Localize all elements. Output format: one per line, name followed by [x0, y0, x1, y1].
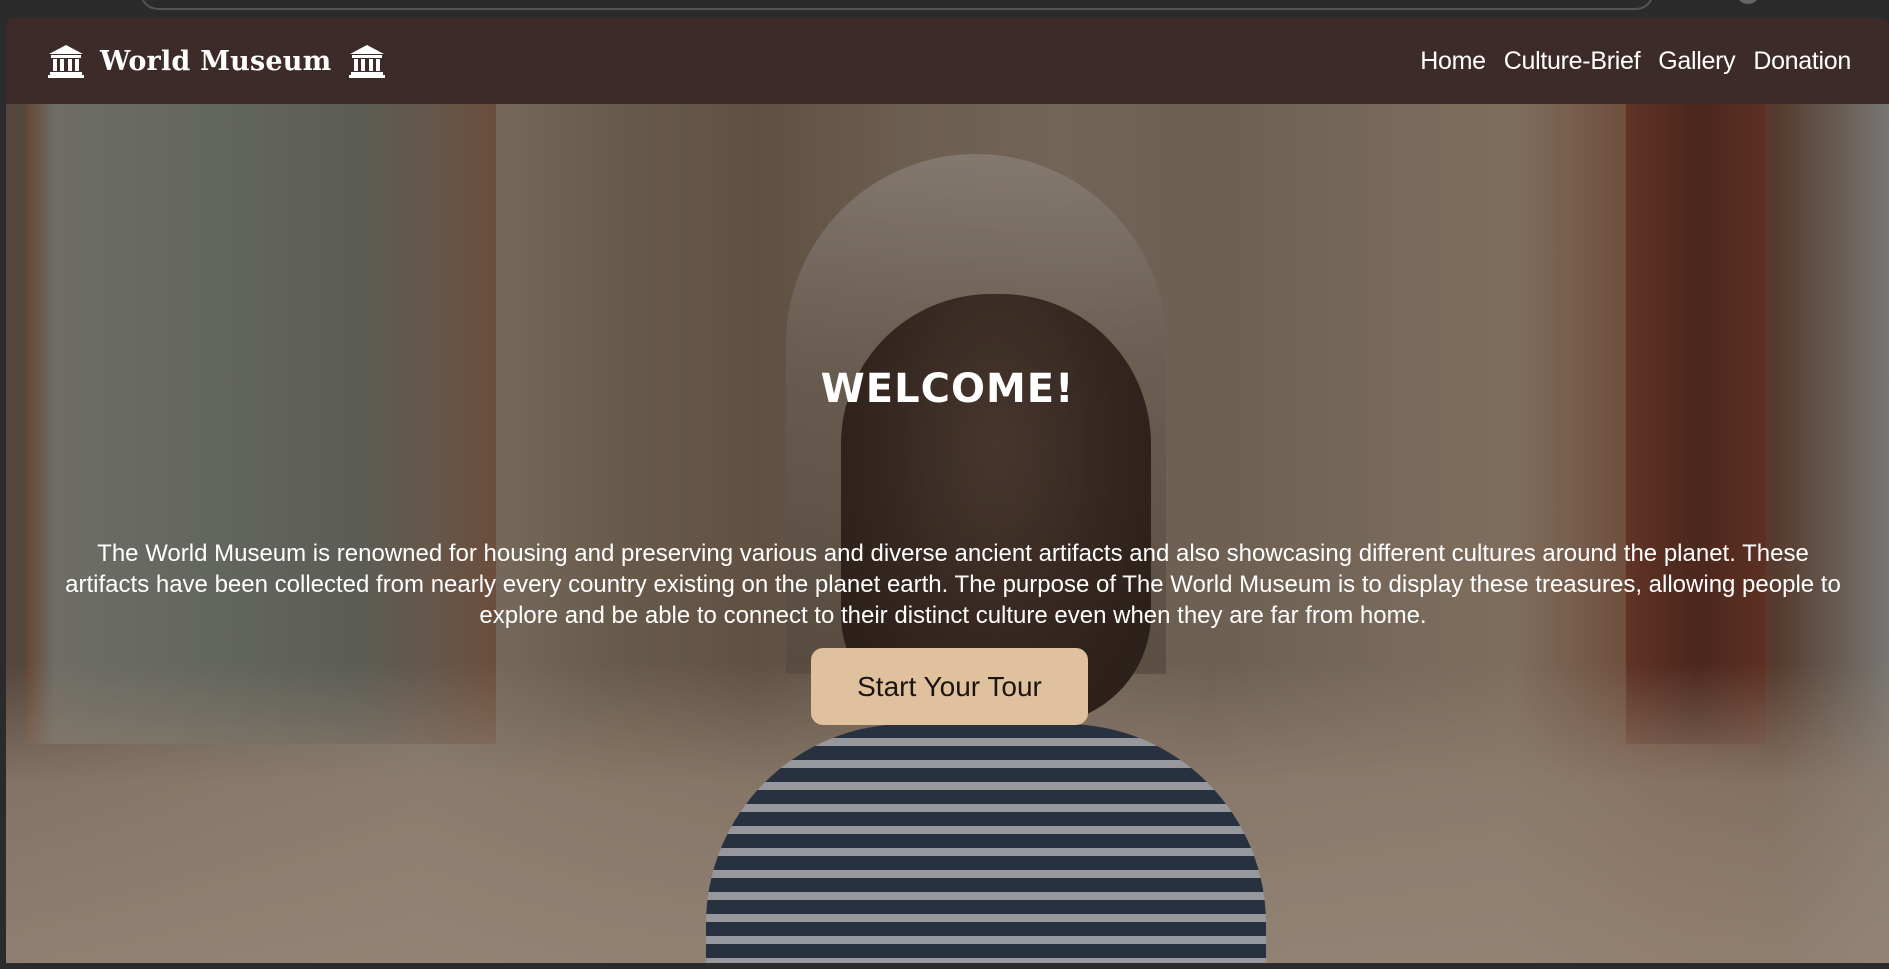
museum-icon	[349, 44, 386, 78]
browser-chrome	[0, 0, 1889, 18]
nav-donation[interactable]: Donation	[1753, 47, 1851, 76]
start-tour-button[interactable]: Start Your Tour	[811, 648, 1088, 725]
intro-paragraph: The World Museum is renowned for housing…	[65, 540, 1841, 629]
nav-gallery[interactable]: Gallery	[1658, 47, 1735, 76]
address-bar-edge	[140, 0, 1654, 10]
brand-name[interactable]: World Museum	[100, 46, 331, 77]
nav-culture-brief[interactable]: Culture-Brief	[1504, 47, 1641, 76]
museum-icon	[48, 44, 84, 78]
brand[interactable]: World Museum	[48, 44, 386, 78]
profile-icon[interactable]	[1736, 0, 1760, 4]
navbar: World Museum Home Culture-Brief Gallery …	[6, 18, 1889, 104]
welcome-heading: WELCOME!	[820, 366, 1075, 412]
page-window: World Museum Home Culture-Brief Gallery …	[6, 18, 1889, 963]
hero-overlay	[6, 104, 1889, 963]
hero-section: WELCOME! The World Museum is renowned fo…	[6, 104, 1889, 963]
nav-links: Home Culture-Brief Gallery Donation	[1420, 47, 1851, 76]
nav-home[interactable]: Home	[1420, 47, 1486, 76]
